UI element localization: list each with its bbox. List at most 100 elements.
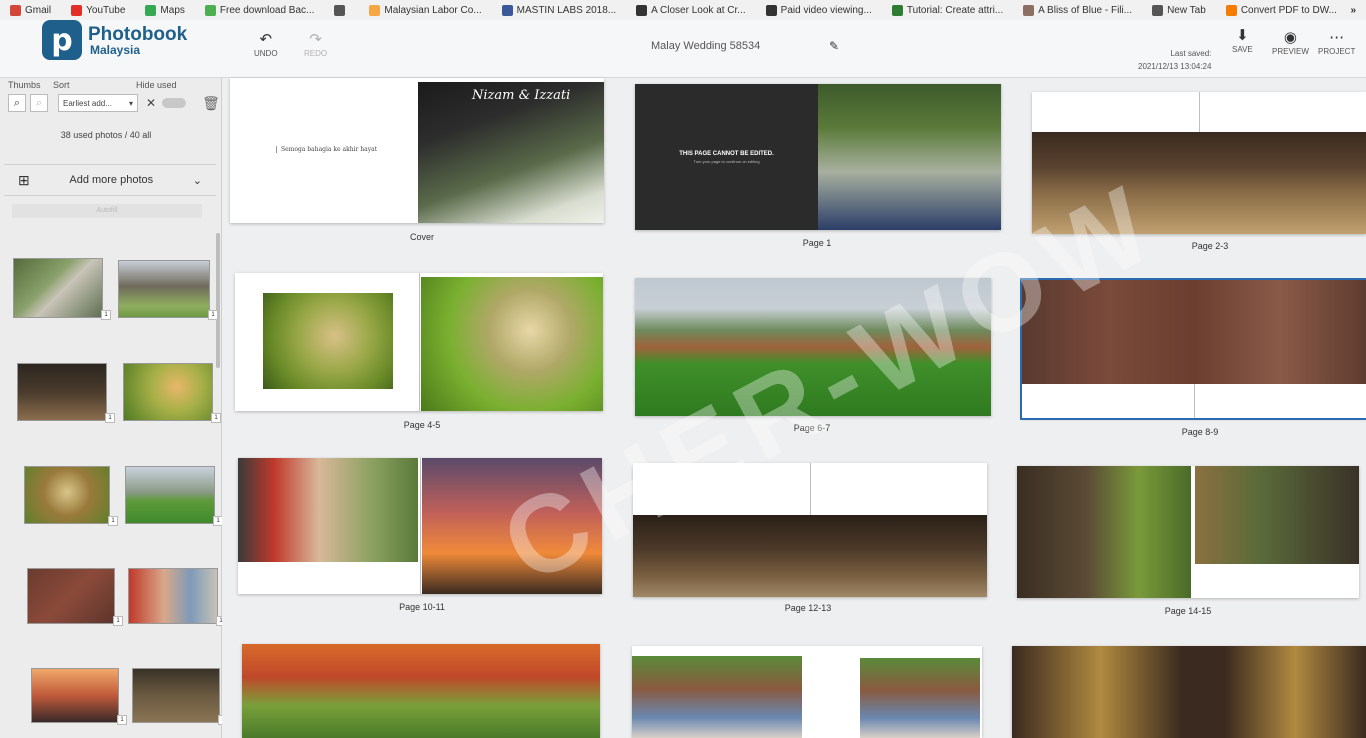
bookmark-item[interactable]: Tutorial: Create attri...: [882, 4, 1013, 16]
last-saved: Last saved: 2021/12/13 13:04:24: [1138, 48, 1211, 74]
spread-page-1[interactable]: THIS PAGE CANNOT BE EDITED. Turn your pa…: [635, 84, 1001, 230]
preview-label: PREVIEW: [1272, 47, 1309, 56]
locked-page: THIS PAGE CANNOT BE EDITED. Turn your pa…: [635, 84, 818, 230]
spread-page-16-17[interactable]: [242, 644, 600, 738]
page-photo: [860, 658, 980, 738]
bookmark-label: A Closer Look at Cr...: [651, 4, 746, 16]
usage-badge: 1: [108, 516, 118, 526]
logo-mark: p: [42, 20, 82, 60]
cover-text: Semoga bahagia ke akhir hayat: [276, 146, 377, 153]
zoom-out-icon[interactable]: ⌕: [30, 94, 48, 112]
photo-thumb[interactable]: 1: [128, 568, 226, 626]
redo-button[interactable]: ↷ REDO: [304, 32, 327, 58]
trash-icon[interactable]: 🗑: [202, 95, 220, 112]
project-name-field[interactable]: Malay Wedding 58534 ✎: [645, 34, 845, 58]
page-photo: [1017, 466, 1191, 598]
bookmark-favicon-icon: [636, 4, 648, 16]
undo-label: UNDO: [254, 49, 278, 58]
zoom-in-icon[interactable]: ⌕: [8, 94, 26, 112]
usage-badge: 1: [113, 616, 123, 626]
spread-page-18-19[interactable]: [632, 646, 982, 738]
more-icon: ⋯: [1329, 29, 1345, 46]
bookmark-item[interactable]: Malaysian Labor Co...: [359, 4, 491, 16]
hide-used-label: Hide used: [136, 80, 177, 90]
chevron-down-icon: ⌄: [192, 174, 202, 187]
hide-used-toggle[interactable]: [162, 98, 187, 108]
photo-thumb[interactable]: 1: [27, 568, 123, 626]
bookmark-item[interactable]: [324, 4, 359, 16]
sidebar-scrollbar[interactable]: [216, 233, 220, 368]
bookmark-favicon-icon: [1225, 4, 1237, 16]
bookmark-favicon-icon: [145, 4, 157, 16]
spread-page-20-21[interactable]: [1012, 646, 1366, 738]
bookmark-item[interactable]: YouTube: [61, 4, 135, 16]
photo-thumb[interactable]: 1: [24, 466, 118, 526]
bookmark-label: Gmail: [25, 4, 52, 16]
save-button[interactable]: ⬇ SAVE: [1232, 28, 1253, 54]
locked-title: THIS PAGE CANNOT BE EDITED.: [679, 150, 774, 157]
bookmark-item[interactable]: Free download Bac...: [195, 4, 325, 16]
photo-thumb[interactable]: 1: [31, 668, 127, 725]
preview-button[interactable]: ◉ PREVIEW: [1272, 30, 1309, 56]
bookmark-label: Free download Bac...: [219, 4, 315, 16]
logo-sub: Malaysia: [90, 42, 141, 57]
page-label: Page 6-7: [793, 423, 831, 433]
photo-thumb[interactable]: 1: [123, 363, 221, 423]
bookmark-item[interactable]: Gmail: [0, 4, 61, 16]
add-more-photos-button[interactable]: ⊞ Add more photos ⌄: [4, 164, 216, 196]
project-menu-button[interactable]: ⋯ PROJECT: [1318, 30, 1355, 56]
spread-page-2-3[interactable]: [1032, 92, 1366, 234]
spread-page-10-11[interactable]: [238, 458, 602, 594]
close-icon[interactable]: ✕: [146, 96, 156, 110]
photo-thumb[interactable]: 1: [17, 363, 115, 423]
bookmark-item[interactable]: Maps: [135, 4, 194, 16]
spread-page-12-13[interactable]: [633, 463, 987, 597]
last-saved-label: Last saved:: [1170, 49, 1212, 58]
page-label: Page 1: [802, 238, 832, 248]
bookmark-item[interactable]: A Closer Look at Cr...: [626, 4, 756, 16]
bookmark-item[interactable]: Paid video viewing...: [756, 4, 882, 16]
page-photo: [263, 293, 393, 389]
project-name: Malay Wedding 58534: [651, 40, 761, 52]
bookmark-item[interactable]: New Tab: [1142, 4, 1216, 16]
page-photo: [633, 515, 987, 597]
page-photo: [635, 278, 991, 416]
bookmark-item[interactable]: Convert PDF to DW...: [1216, 4, 1347, 16]
save-icon: ⬇: [1236, 27, 1249, 44]
add-photo-icon: ⊞: [18, 171, 30, 188]
photo-thumb[interactable]: 1: [118, 260, 218, 320]
eye-icon: ◉: [1283, 29, 1297, 46]
used-photos-count: 38 used photos / 40 all: [60, 130, 152, 140]
bookmark-label: A Bliss of Blue - Fili...: [1038, 4, 1133, 16]
usage-badge: 1: [101, 310, 111, 320]
sort-select[interactable]: Earliest add... ▾: [58, 94, 138, 112]
bookmark-label: Convert PDF to DW...: [1240, 4, 1337, 16]
spread-page-8-9[interactable]: [1020, 278, 1366, 420]
usage-badge: 1: [105, 413, 115, 423]
spread-page-14-15[interactable]: [1017, 466, 1359, 598]
bookmarks-more-button[interactable]: »: [1350, 5, 1366, 16]
bookmark-item[interactable]: A Bliss of Blue - Fili...: [1013, 4, 1142, 16]
spread-cover[interactable]: Semoga bahagia ke akhir hayat Nizam & Iz…: [230, 78, 604, 223]
autofill-button[interactable]: Autofill: [12, 204, 202, 218]
bookmark-label: YouTube: [86, 4, 126, 16]
spread-page-4-5[interactable]: [235, 273, 603, 411]
locked-subtitle: Turn your page to continue on editing: [693, 158, 760, 164]
redo-icon: ↷: [309, 31, 322, 48]
bookmark-label: New Tab: [1167, 4, 1206, 16]
photobook-logo[interactable]: p Photobook Malaysia: [42, 20, 187, 60]
spreads-canvas: Semoga bahagia ke akhir hayat Nizam & Iz…: [222, 78, 1366, 738]
pencil-icon[interactable]: ✎: [829, 39, 839, 53]
page-photo: [242, 644, 600, 738]
undo-button[interactable]: ↶ UNDO: [254, 32, 278, 58]
page-photo: [422, 458, 602, 594]
spread-page-6-7[interactable]: [635, 278, 991, 416]
bookmark-item[interactable]: MASTIN LABS 2018...: [492, 4, 627, 16]
photo-thumb[interactable]: 1: [13, 258, 111, 320]
photo-thumb[interactable]: 1: [132, 668, 228, 725]
photo-thumb[interactable]: 1: [125, 466, 223, 526]
sort-label: Sort: [53, 80, 70, 90]
usage-badge: 1: [211, 413, 221, 423]
page-photo: [1032, 132, 1366, 234]
page-label: Page 4-5: [403, 420, 441, 430]
